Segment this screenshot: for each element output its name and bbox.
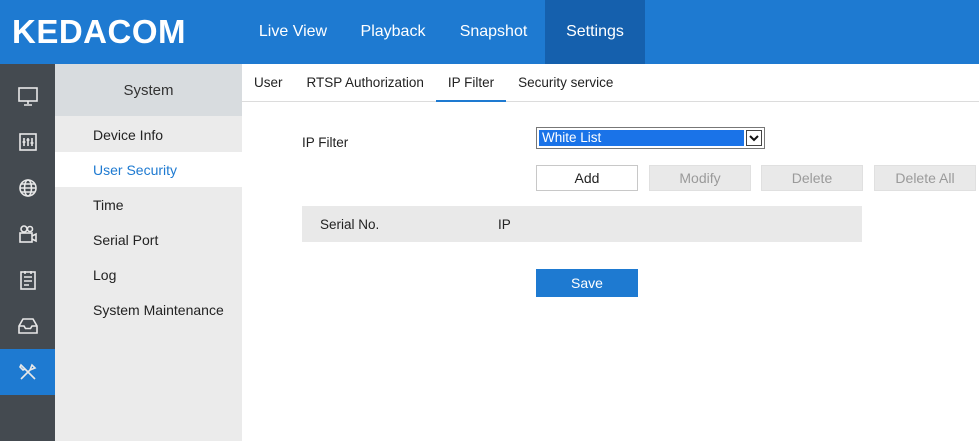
- delete-all-button[interactable]: Delete All: [874, 165, 976, 191]
- sidebar-item-device-info[interactable]: Device Info: [55, 117, 242, 152]
- sidebar-title: System: [55, 64, 242, 116]
- rail-item-equalizer[interactable]: [0, 119, 55, 165]
- rail-item-tools[interactable]: [0, 349, 55, 395]
- nav-snapshot[interactable]: Snapshot: [442, 0, 545, 64]
- sidebar-item-time[interactable]: Time: [55, 187, 242, 222]
- delete-button[interactable]: Delete: [761, 165, 863, 191]
- rail-item-camera[interactable]: [0, 211, 55, 257]
- nav-playback[interactable]: Playback: [344, 0, 442, 64]
- column-header-serial-no: Serial No.: [320, 216, 380, 232]
- brand-logo: KEDACOM: [12, 13, 186, 50]
- rail-item-storage[interactable]: [0, 303, 55, 349]
- camera-icon: [18, 225, 37, 243]
- nav-live-view[interactable]: Live View: [242, 0, 344, 64]
- tab-bar: User RTSP Authorization IP Filter Securi…: [242, 64, 979, 102]
- sidebar: System Device Info User Security Time Se…: [55, 64, 242, 441]
- ip-filter-label: IP Filter: [302, 135, 349, 150]
- tab-ip-filter[interactable]: IP Filter: [435, 64, 507, 102]
- save-button[interactable]: Save: [536, 269, 638, 297]
- tab-user[interactable]: User: [242, 64, 295, 101]
- add-button[interactable]: Add: [536, 165, 638, 191]
- top-nav: Live View Playback Snapshot Settings: [242, 0, 645, 64]
- tools-icon: [18, 363, 36, 380]
- sidebar-item-system-maintenance[interactable]: System Maintenance: [55, 292, 242, 327]
- sidebar-item-user-security[interactable]: User Security: [55, 152, 242, 187]
- ip-filter-table: Serial No. IP: [302, 206, 862, 242]
- top-bar: KEDACOM Live View Playback Snapshot Sett…: [0, 0, 979, 64]
- tab-security-service[interactable]: Security service: [506, 64, 625, 101]
- globe-icon: [18, 179, 37, 197]
- column-header-ip: IP: [498, 216, 511, 232]
- tab-rtsp-authorization[interactable]: RTSP Authorization: [295, 64, 436, 101]
- schedule-icon: [19, 271, 36, 290]
- sidebar-menu: Device Info User Security Time Serial Po…: [55, 117, 242, 327]
- sidebar-item-log[interactable]: Log: [55, 257, 242, 292]
- ip-filter-mode-select[interactable]: White List: [536, 127, 765, 149]
- equalizer-icon: [18, 133, 37, 151]
- modify-button[interactable]: Modify: [649, 165, 751, 191]
- ip-filter-mode-value: White List: [539, 130, 744, 146]
- icon-rail: [0, 64, 55, 441]
- nav-settings[interactable]: Settings: [545, 0, 645, 64]
- rail-item-schedule[interactable]: [0, 257, 55, 303]
- chevron-down-icon: [746, 130, 762, 146]
- sidebar-item-serial-port[interactable]: Serial Port: [55, 222, 242, 257]
- rail-item-monitor[interactable]: [0, 73, 55, 119]
- storage-icon: [17, 318, 38, 334]
- rail-item-network[interactable]: [0, 165, 55, 211]
- monitor-icon: [17, 87, 38, 106]
